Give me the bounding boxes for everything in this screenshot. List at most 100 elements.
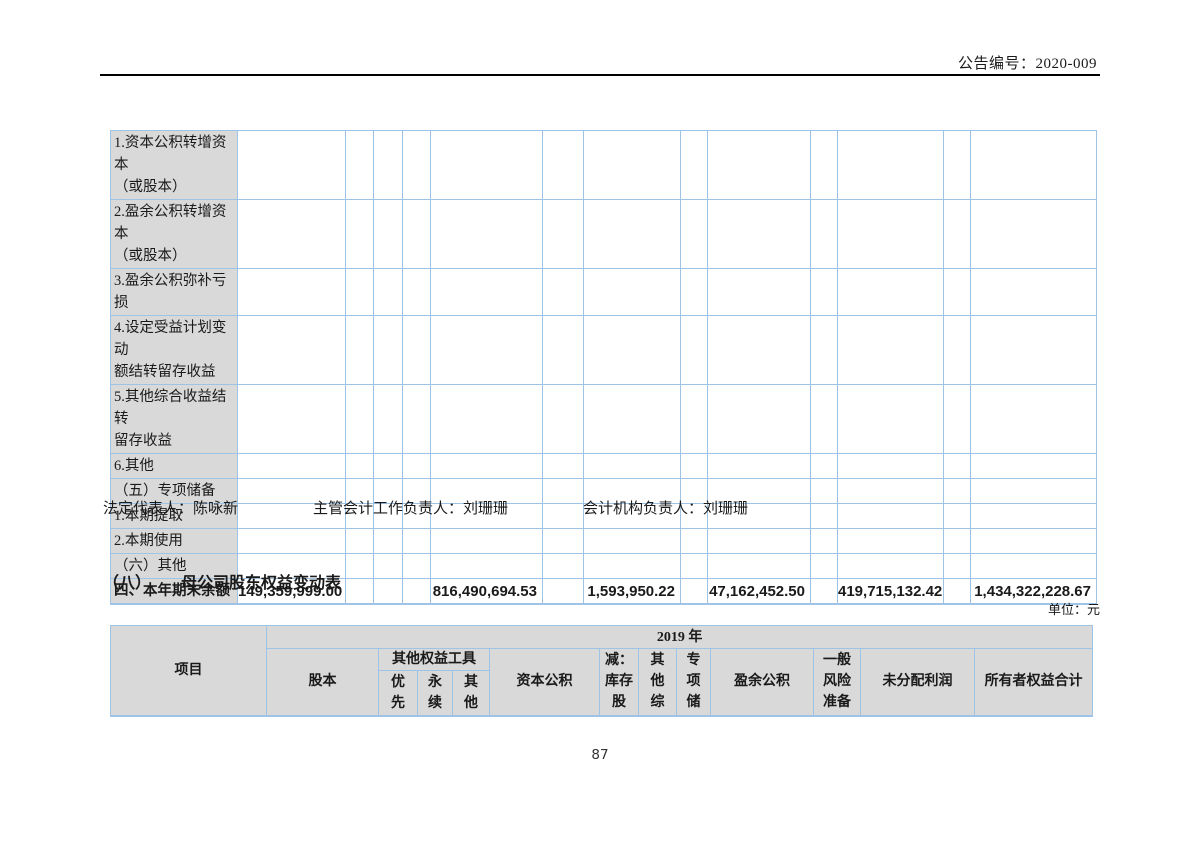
- table-cell-empty: [708, 200, 811, 269]
- table-cell-empty: [346, 579, 374, 605]
- table-cell-empty: [838, 385, 944, 454]
- table-cell-empty: [944, 554, 971, 579]
- table-cell-empty: [431, 269, 543, 316]
- table-cell-empty: [944, 504, 971, 529]
- table-row: 3.盈余公积弥补亏损: [111, 269, 1097, 316]
- table-cell-empty: [708, 554, 811, 579]
- table-cell-empty: [374, 554, 403, 579]
- table-cell-empty: [584, 131, 681, 200]
- table-cell-empty: [811, 200, 838, 269]
- table-cell-empty: [431, 529, 543, 554]
- table-row: 5.其他综合收益结转 留存收益: [111, 385, 1097, 454]
- table-cell-empty: [838, 316, 944, 385]
- page-number: 87: [0, 747, 1200, 763]
- table-cell-empty: [374, 529, 403, 554]
- parent-company-equity-table-header: 项目 2019 年 股本 其他权益工具 资本公积 减： 库存 股 其 他 综 专…: [110, 625, 1093, 717]
- signature-chief-of-accounting-work: 主管会计工作负责人：刘珊珊: [313, 497, 508, 518]
- table-cell-empty: [944, 200, 971, 269]
- table-cell-empty: [238, 454, 346, 479]
- table-cell-empty: [838, 479, 944, 504]
- table-cell-empty: [838, 454, 944, 479]
- col-header-surplus-reserve: 盈余公积: [711, 649, 814, 716]
- table-cell-empty: [811, 454, 838, 479]
- table-cell-empty: [238, 316, 346, 385]
- table-cell-empty: [708, 269, 811, 316]
- table-cell-empty: [971, 479, 1097, 504]
- table-cell-empty: [944, 385, 971, 454]
- table-cell-empty: [374, 131, 403, 200]
- table-cell-empty: [403, 316, 431, 385]
- table-cell-empty: [944, 454, 971, 479]
- table-cell-empty: [374, 269, 403, 316]
- table-cell-empty: [543, 131, 584, 200]
- table-cell-empty: [944, 316, 971, 385]
- table-cell-empty: [403, 579, 431, 605]
- table-cell-empty: [543, 454, 584, 479]
- col-header-perpetual-bonds: 永 续: [418, 671, 453, 716]
- table-cell-empty: [238, 385, 346, 454]
- table-cell-empty: [403, 554, 431, 579]
- table-row: 1.资本公积转增资本 （或股本）: [111, 131, 1097, 200]
- table-cell-empty: [584, 529, 681, 554]
- table-cell-empty: [811, 554, 838, 579]
- table-cell-empty: [681, 385, 708, 454]
- table-cell-empty: [584, 269, 681, 316]
- table-cell-empty: [403, 131, 431, 200]
- total-surplus-reserve: 47,162,452.50: [708, 579, 811, 605]
- section-title-text: 母公司股东权益变动表: [181, 575, 341, 592]
- row-label: 6.其他: [111, 454, 238, 479]
- table-cell-empty: [971, 200, 1097, 269]
- table-cell-empty: [346, 316, 374, 385]
- table-cell-empty: [346, 131, 374, 200]
- table-cell-empty: [346, 454, 374, 479]
- document-page: 公告编号：2020-009 1.资本公积转增资本 （或股本） 2.盈余公积转增资…: [0, 0, 1200, 848]
- col-header-item: 项目: [111, 626, 267, 716]
- table-cell-empty: [543, 529, 584, 554]
- table-cell-empty: [838, 529, 944, 554]
- table-cell-empty: [944, 479, 971, 504]
- table-cell-empty: [811, 269, 838, 316]
- table-cell-empty: [681, 200, 708, 269]
- table-cell-empty: [403, 529, 431, 554]
- table-cell-empty: [584, 554, 681, 579]
- table-cell-empty: [431, 385, 543, 454]
- table-cell-empty: [708, 529, 811, 554]
- table-cell-empty: [584, 385, 681, 454]
- col-header-share-capital: 股本: [267, 649, 379, 716]
- table-cell-empty: [811, 316, 838, 385]
- col-header-other-comprehensive-income: 其 他 综: [639, 649, 677, 716]
- table-cell-empty: [584, 316, 681, 385]
- table-cell-empty: [811, 504, 838, 529]
- table-cell-empty: [238, 269, 346, 316]
- table-cell-empty: [838, 131, 944, 200]
- table-cell-empty: [374, 316, 403, 385]
- table-cell-empty: [346, 529, 374, 554]
- table-cell-empty: [708, 131, 811, 200]
- table-cell-empty: [543, 554, 584, 579]
- table-cell-empty: [811, 479, 838, 504]
- table-cell-empty: [944, 269, 971, 316]
- table-cell-empty: [971, 454, 1097, 479]
- table-cell-empty: [431, 200, 543, 269]
- table-cell-empty: [971, 385, 1097, 454]
- table-cell-empty: [708, 385, 811, 454]
- unit-label: 单位：元: [1048, 599, 1100, 618]
- col-header-total-owners-equity: 所有者权益合计: [975, 649, 1093, 716]
- table-cell-empty: [238, 529, 346, 554]
- table-cell-empty: [838, 269, 944, 316]
- table-cell-empty: [543, 479, 584, 504]
- table-cell-empty: [811, 529, 838, 554]
- table-cell-empty: [543, 385, 584, 454]
- table-cell-empty: [543, 269, 584, 316]
- table-cell-empty: [811, 131, 838, 200]
- col-header-special-reserve: 专 项 储: [677, 649, 711, 716]
- table-cell-empty: [971, 554, 1097, 579]
- table-cell-empty: [543, 200, 584, 269]
- row-label: 3.盈余公积弥补亏损: [111, 269, 238, 316]
- total-undistributed-profit: 419,715,132.42: [838, 579, 944, 605]
- row-label: 1.资本公积转增资本 （或股本）: [111, 131, 238, 200]
- section-number: （八）: [103, 569, 151, 593]
- col-header-general-risk-reserve: 一般 风险 准备: [814, 649, 861, 716]
- table-cell-empty: [681, 316, 708, 385]
- table-cell-empty: [543, 579, 584, 605]
